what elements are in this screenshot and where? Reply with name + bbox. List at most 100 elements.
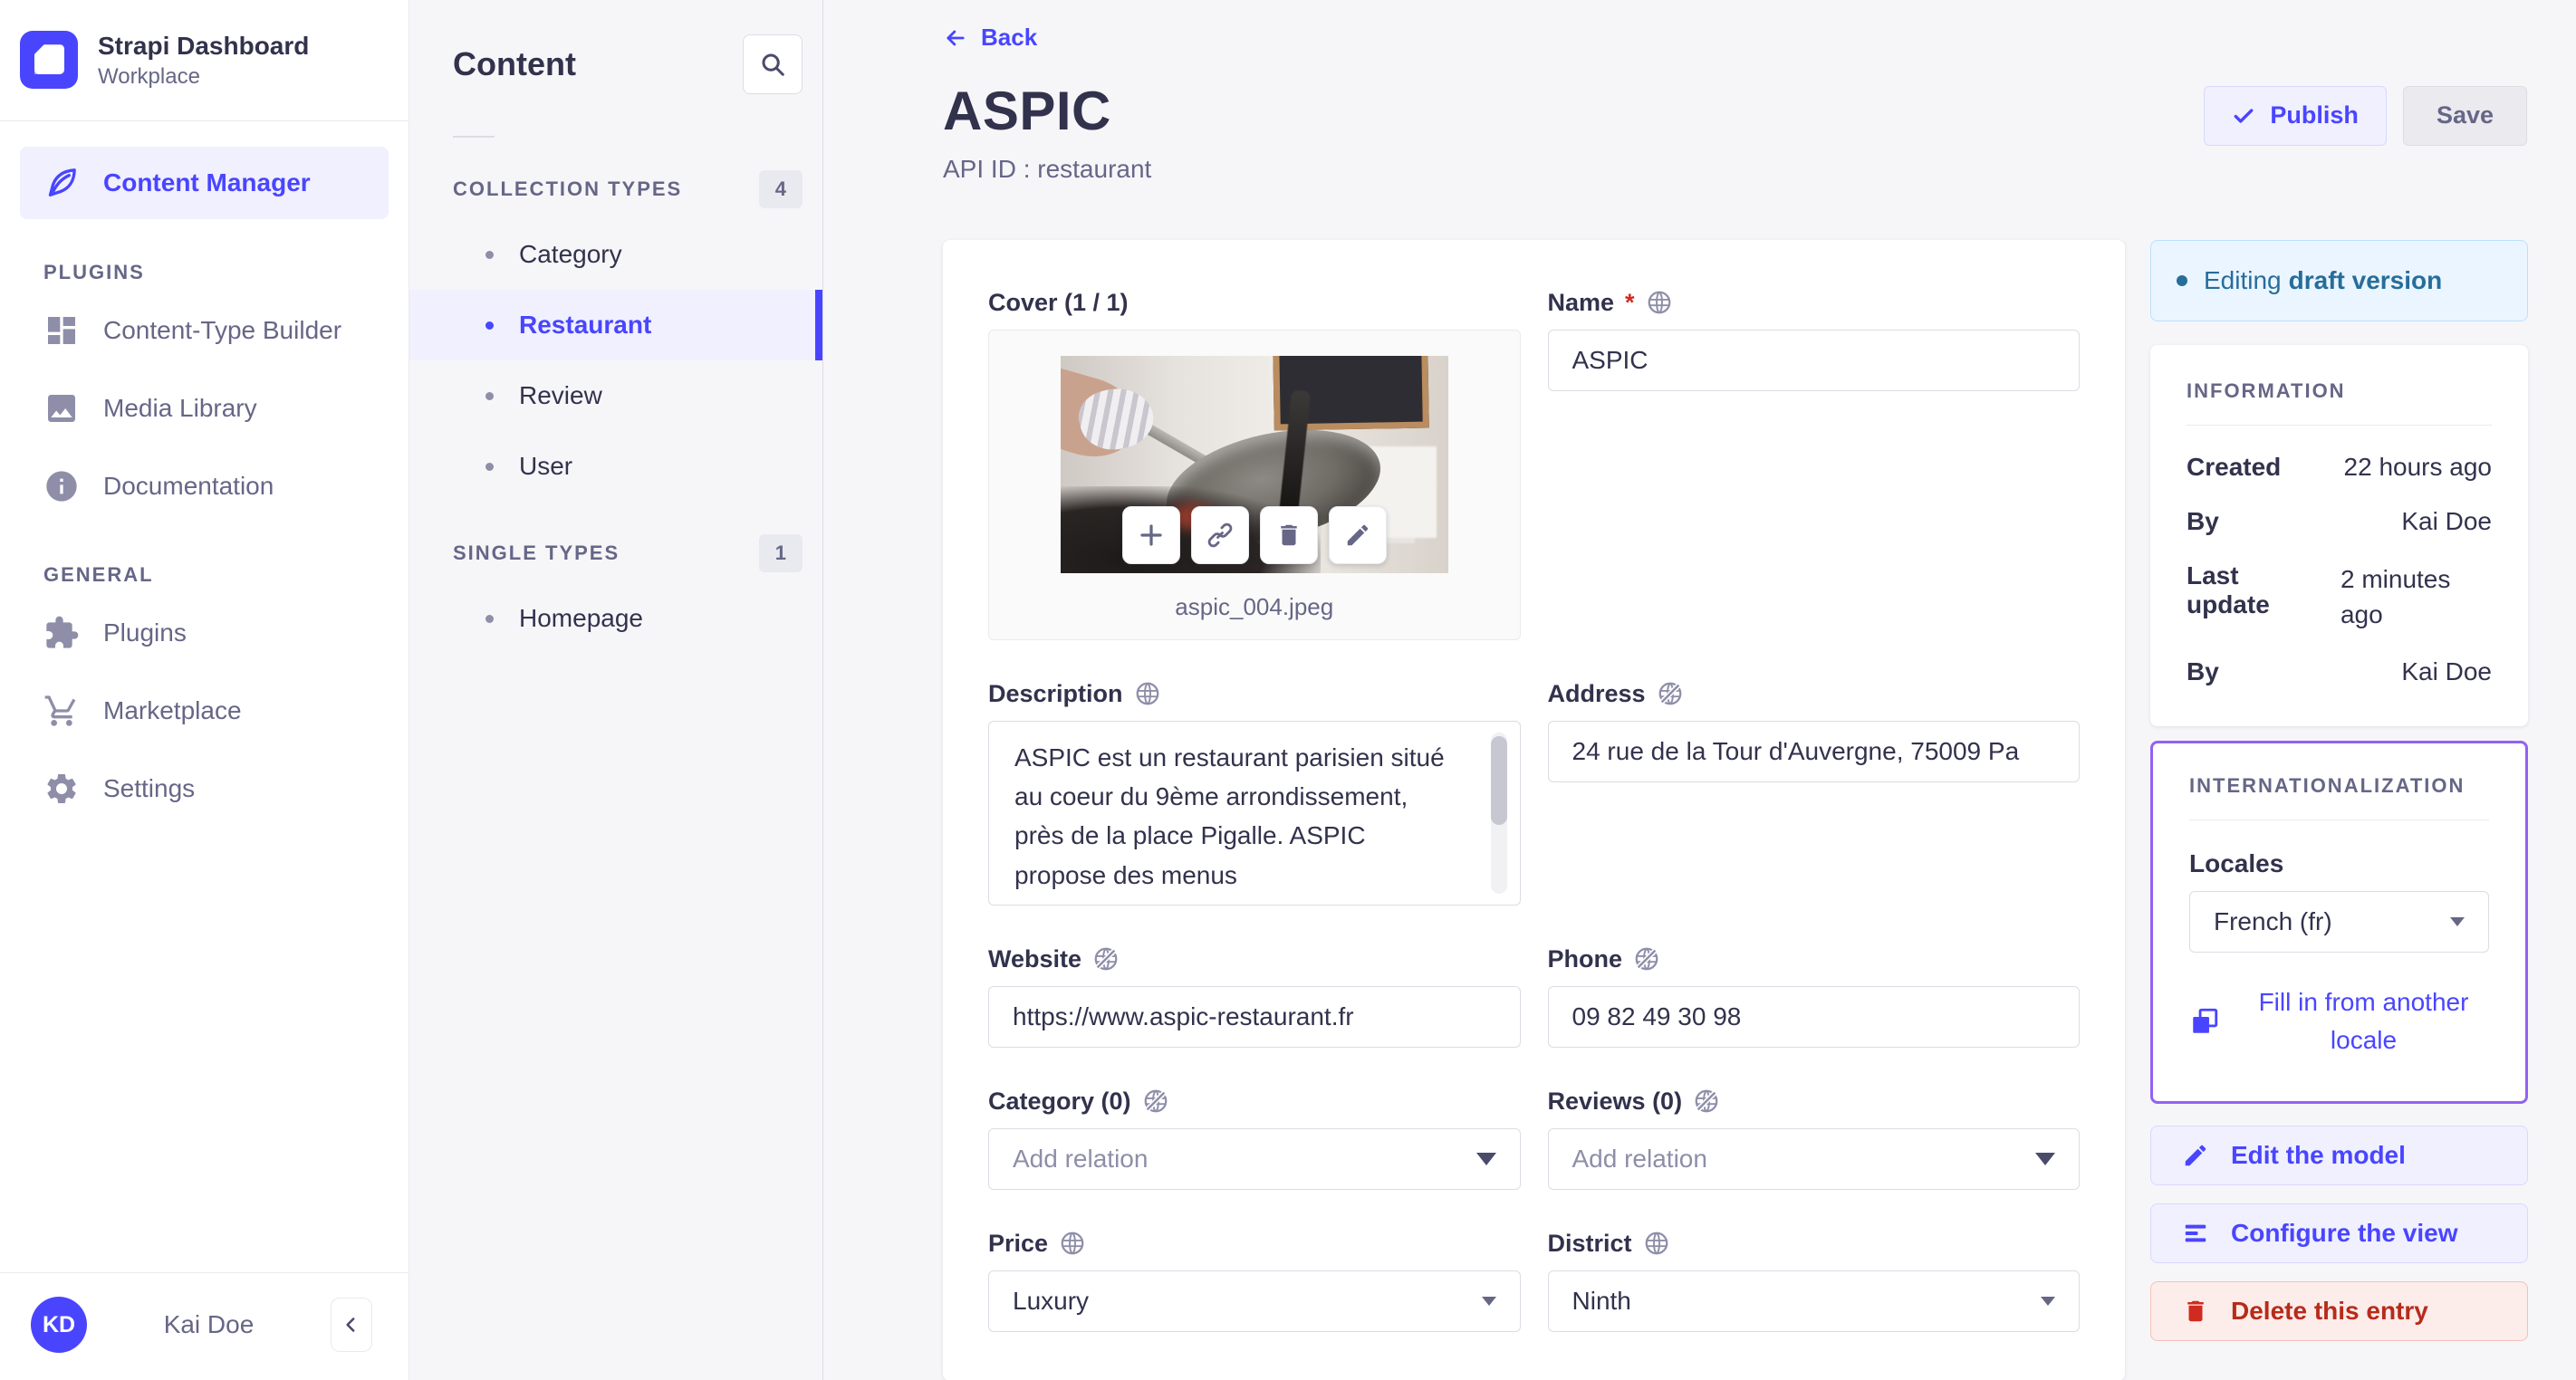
chevron-down-icon (2450, 916, 2465, 926)
copy-link-button[interactable] (1190, 505, 1249, 564)
information-heading: INFORMATION (2187, 379, 2346, 402)
sidebar-section-general: GENERAL (43, 562, 154, 586)
information-card: INFORMATION Created 22 hours ago By Kai … (2150, 344, 2528, 726)
globe-icon (1648, 291, 1670, 314)
cover-field: Cover (1 / 1) aspic_004.jpeg (988, 289, 1521, 640)
publish-button[interactable]: Publish (2204, 85, 2387, 146)
strapi-logo-icon (20, 31, 78, 90)
website-field: Website (988, 945, 1521, 1048)
locale-select[interactable]: French (fr) (2189, 890, 2489, 953)
link-icon (1207, 522, 1233, 547)
entry-sidebar: Editing draft version INFORMATION Created… (2150, 239, 2528, 1341)
single-type-homepage[interactable]: Homepage (409, 583, 822, 654)
collection-type-label: User (519, 452, 573, 480)
content-panel-title: Content (453, 45, 576, 82)
cover-toolbar (1121, 505, 1387, 564)
sidebar-item-documentation[interactable]: Documentation (0, 447, 409, 525)
save-button[interactable]: Save (2402, 85, 2527, 146)
edit-media-button[interactable] (1328, 505, 1387, 564)
address-label: Address (1547, 679, 1646, 707)
puzzle-icon (46, 616, 79, 648)
website-label: Website (988, 944, 1082, 973)
name-label: Name (1547, 288, 1615, 316)
content-panel: Content COLLECTION TYPES 4 Category Rest… (409, 0, 823, 1380)
collection-types-count-badge: 4 (758, 170, 803, 208)
fill-from-locale-link[interactable]: Fill in from another locale (2189, 983, 2489, 1059)
address-field: Address (1547, 679, 2080, 906)
sidebar-item-label: Plugins (103, 618, 187, 647)
district-field: District Ninth (1547, 1229, 2080, 1332)
required-asterisk: * (1625, 288, 1635, 316)
description-textarea[interactable]: ASPIC est un restaurant parisien situé a… (988, 720, 1521, 906)
globe-icon (1061, 1231, 1084, 1255)
chevron-down-icon (2035, 1152, 2055, 1165)
entry-form-card: Cover (1 / 1) aspic_004.jpeg Name * ASPI… (943, 239, 2125, 1380)
collection-type-label: Restaurant (519, 311, 652, 339)
collapse-sidebar-button[interactable] (331, 1298, 372, 1352)
chevron-down-icon (2041, 1296, 2055, 1306)
user-name: Kai Doe (163, 1310, 255, 1338)
phone-input[interactable] (1547, 985, 2080, 1048)
cover-media-card: aspic_004.jpeg (988, 329, 1521, 640)
edit-model-button[interactable]: Edit the model (2150, 1125, 2528, 1185)
chevron-down-icon (1481, 1296, 1496, 1306)
add-media-button[interactable] (1121, 505, 1180, 564)
globe-slash-icon (1658, 682, 1681, 705)
scrollbar-thumb[interactable] (1490, 735, 1507, 825)
search-icon (762, 53, 784, 76)
sidebar-item-media-library[interactable]: Media Library (0, 369, 409, 447)
price-field: Price Luxury (988, 1230, 1521, 1332)
configure-view-button[interactable]: Configure the view (2150, 1203, 2528, 1263)
collection-type-restaurant[interactable]: Restaurant (409, 290, 822, 360)
brand-subtitle: Workplace (98, 63, 200, 89)
sidebar-item-content-manager[interactable]: Content Manager (20, 146, 389, 219)
cover-photo (1060, 355, 1448, 573)
brand-title: Strapi Dashboard (98, 32, 310, 60)
district-label: District (1547, 1229, 1632, 1257)
delete-media-button[interactable] (1259, 505, 1318, 564)
page-title: ASPIC (943, 80, 1111, 141)
pencil-icon (1347, 524, 1368, 545)
reviews-label: Reviews (0) (1547, 1087, 1683, 1115)
list-lines-icon (2185, 1224, 2206, 1242)
collection-type-user[interactable]: User (409, 431, 822, 502)
internationalization-card: INTERNATIONALIZATION Locales French (fr)… (2150, 740, 2528, 1104)
single-type-label: Homepage (519, 604, 643, 632)
delete-entry-button[interactable]: Delete this entry (2150, 1280, 2528, 1341)
address-input[interactable] (1547, 720, 2080, 782)
bullet-icon (485, 462, 494, 471)
search-button[interactable] (743, 34, 803, 94)
website-input[interactable] (988, 985, 1521, 1048)
avatar: KD (31, 1297, 87, 1353)
sidebar-item-plugins[interactable]: Plugins (0, 594, 409, 672)
collection-type-label: Review (519, 381, 602, 409)
sidebar-item-marketplace[interactable]: Marketplace (0, 672, 409, 750)
phone-field: Phone (1547, 945, 2080, 1048)
collection-type-review[interactable]: Review (409, 360, 822, 431)
sidebar-item-content-type-builder[interactable]: Content-Type Builder (0, 292, 409, 369)
globe-slash-icon (1635, 947, 1658, 971)
district-select[interactable]: Ninth (1547, 1270, 2080, 1332)
category-field: Category (0) Add relation (988, 1088, 1521, 1190)
info-row-last-update: Last update 2 minutes ago (2187, 561, 2451, 628)
category-relation-select[interactable]: Add relation (988, 1127, 1521, 1190)
collection-type-category[interactable]: Category (409, 219, 822, 290)
back-link[interactable]: Back (943, 24, 1037, 52)
pencil-icon (2185, 1145, 2206, 1166)
bullet-icon (485, 391, 494, 400)
name-input[interactable] (1547, 329, 2080, 391)
divider (2189, 819, 2489, 820)
arrow-left-icon (947, 30, 965, 45)
sidebar-item-label: Settings (103, 773, 196, 802)
internationalization-heading: INTERNATIONALIZATION (2189, 773, 2465, 797)
collection-type-label: Category (519, 240, 622, 268)
sidebar-item-label: Documentation (103, 471, 274, 500)
layout-grid-icon (48, 316, 75, 344)
sidebar-item-settings[interactable]: Settings (0, 750, 409, 828)
description-label: Description (988, 679, 1123, 707)
copy-icon (2193, 1008, 2218, 1033)
sidebar-item-label: Media Library (103, 393, 257, 422)
price-select[interactable]: Luxury (988, 1270, 1521, 1332)
reviews-relation-select[interactable]: Add relation (1547, 1127, 2080, 1190)
api-id-subtitle: API ID : restaurant (943, 154, 1152, 183)
